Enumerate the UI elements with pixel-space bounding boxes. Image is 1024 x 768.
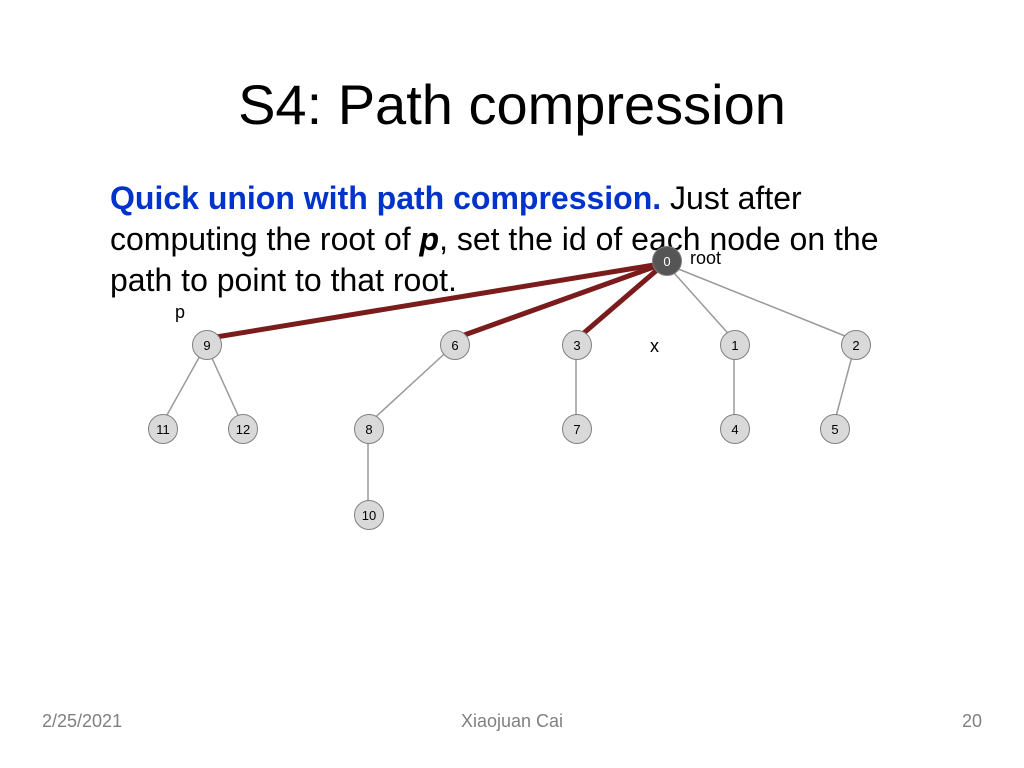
slide: S4: Path compression Quick union with pa… — [0, 0, 1024, 768]
footer-author: Xiaojuan Cai — [0, 711, 1024, 732]
tree-edges — [0, 0, 1024, 768]
footer-page: 20 — [962, 711, 982, 732]
